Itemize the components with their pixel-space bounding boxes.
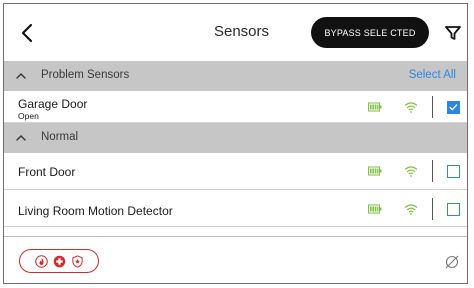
medical-icon	[53, 255, 65, 267]
select-all-link[interactable]: Select All	[409, 69, 456, 81]
filter-icon[interactable]	[444, 24, 462, 42]
back-chevron-icon[interactable]	[16, 21, 40, 45]
checkmark-icon	[449, 104, 458, 111]
sensor-row-garage-door: Garage Door Open	[4, 91, 467, 123]
emergency-panic-button[interactable]	[19, 249, 99, 273]
sensor-name: Front Door	[18, 165, 76, 179]
sensor-name: Garage Door	[18, 97, 88, 111]
wifi-icon	[404, 102, 418, 113]
circle-slash-icon[interactable]	[444, 254, 460, 270]
wifi-icon	[404, 204, 418, 215]
section-label: Problem Sensors	[41, 69, 130, 81]
battery-icon	[368, 166, 382, 176]
section-normal[interactable]: Normal	[4, 123, 467, 153]
row-divider	[432, 160, 433, 182]
footer-divider	[4, 236, 467, 237]
chevron-up-icon[interactable]	[15, 70, 27, 82]
battery-icon	[368, 204, 382, 214]
sensor-checkbox[interactable]	[447, 203, 460, 216]
battery-icon	[368, 102, 382, 112]
bypass-selected-button[interactable]: BYPASS SELE CTED	[311, 17, 429, 48]
sensors-screen: Sensors BYPASS SELE CTED Problem Sensors…	[3, 3, 468, 284]
police-icon	[71, 254, 83, 268]
row-divider	[432, 96, 433, 118]
sensor-checkbox[interactable]	[447, 101, 460, 114]
sensor-checkbox[interactable]	[447, 165, 460, 178]
fire-icon	[34, 254, 48, 268]
wifi-icon	[404, 166, 418, 177]
sensor-status: Open	[18, 111, 39, 121]
row-divider	[432, 198, 433, 220]
header: Sensors BYPASS SELE CTED	[4, 4, 467, 61]
sensor-name: Living Room Motion Detector	[18, 204, 173, 218]
sensor-row-living-room-motion: Living Room Motion Detector	[4, 190, 467, 227]
section-label: Normal	[41, 131, 79, 143]
chevron-up-icon[interactable]	[15, 132, 27, 144]
sensor-row-front-door: Front Door	[4, 153, 467, 190]
section-problem-sensors[interactable]: Problem Sensors Select All	[4, 61, 467, 91]
